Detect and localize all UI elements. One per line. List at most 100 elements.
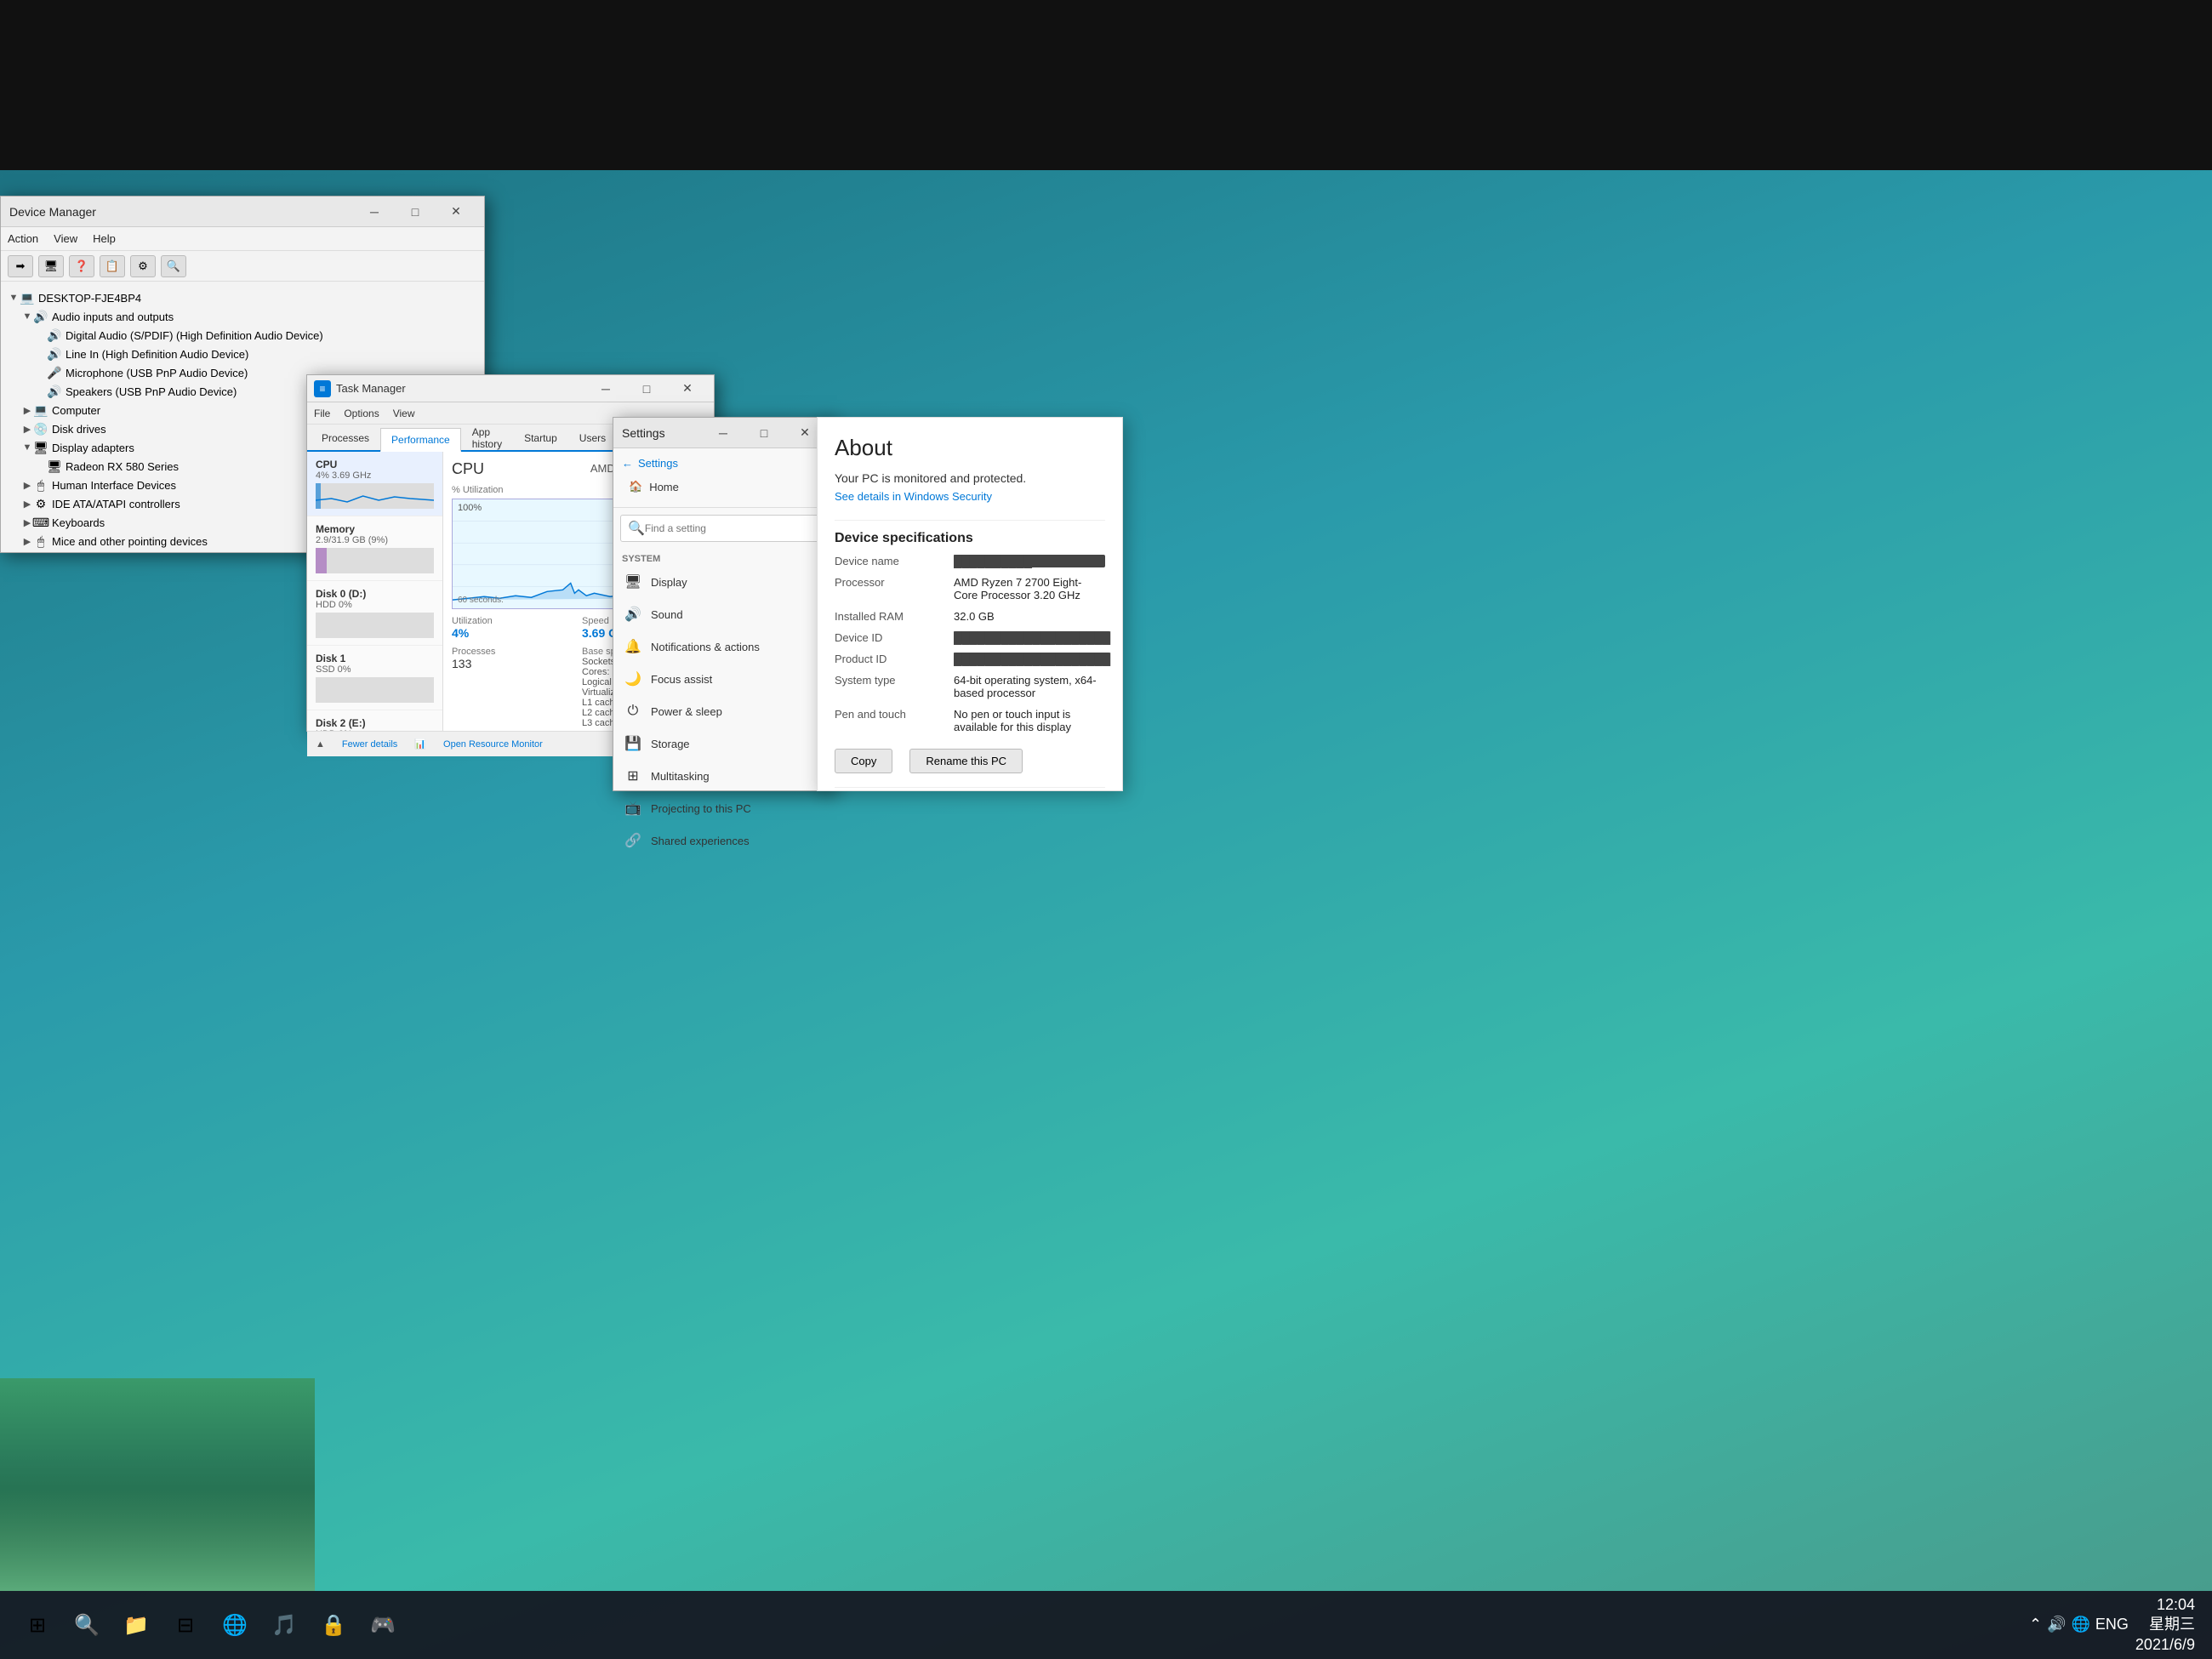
tab-performance[interactable]: Performance (380, 428, 461, 452)
media-button[interactable]: 🎵 (264, 1605, 305, 1645)
tm-menu-view[interactable]: View (393, 408, 415, 419)
open-resource-monitor-link[interactable]: Open Resource Monitor (443, 739, 543, 750)
search-button[interactable]: 🔍 (66, 1605, 107, 1645)
settings-maximize[interactable]: □ (744, 420, 784, 446)
settings-home[interactable]: 🏠 Home (622, 475, 824, 499)
power-label: Power & sleep (651, 705, 722, 718)
rename-button[interactable]: Rename this PC (909, 749, 1023, 773)
settings-title-label: Settings (638, 457, 678, 470)
resource-memory[interactable]: Memory 2.9/31.9 GB (9%) (307, 516, 442, 581)
settings-storage[interactable]: 💾 Storage (613, 727, 833, 760)
device-id-value: ████████████████████ (954, 631, 1110, 644)
sound-icon: 🔊 (624, 605, 642, 624)
settings-sound[interactable]: 🔊 Sound (613, 598, 833, 630)
clock-date: 2021/6/9 (2135, 1635, 2195, 1655)
dm-toolbar-btn-4[interactable]: 📋 (100, 255, 125, 277)
spec-ram: Installed RAM 32.0 GB (835, 610, 1105, 623)
fewer-details-icon: ▲ (316, 739, 325, 750)
about-security-link[interactable]: See details in Windows Security (835, 490, 1105, 503)
dm-toolbar-btn-1[interactable]: ➡ (8, 255, 33, 277)
clock-day: 星期三 (2135, 1615, 2195, 1634)
shared-icon: 🔗 (624, 831, 642, 850)
settings-power[interactable]: ⏻ Power & sleep (613, 695, 833, 727)
clock-time: 12:04 (2135, 1595, 2195, 1615)
game-button[interactable]: 🎮 (362, 1605, 403, 1645)
tab-processes[interactable]: Processes (311, 426, 380, 450)
dm-toolbar-btn-3[interactable]: ❓ (69, 255, 94, 277)
dm-root[interactable]: ▼ 💻 DESKTOP-FJE4BP4 (8, 288, 477, 307)
fewer-details-link[interactable]: Fewer details (342, 739, 397, 750)
tab-startup[interactable]: Startup (513, 426, 568, 450)
cpu-sparkline (316, 483, 434, 509)
settings-search-box[interactable]: 🔍 (620, 515, 826, 542)
language-indicator[interactable]: ENG (2095, 1616, 2129, 1633)
display-icon: 🖥 (624, 573, 642, 591)
network-icon[interactable]: 🌐 (2071, 1616, 2089, 1633)
dm-menu-view[interactable]: View (54, 232, 77, 245)
device-manager-maximize[interactable]: □ (396, 199, 435, 225)
dm-menu-help[interactable]: Help (93, 232, 116, 245)
cpu-graph-seconds: 60 seconds: (458, 596, 504, 605)
settings-notifications[interactable]: 🔔 Notifications & actions (613, 630, 833, 663)
resource-disk1[interactable]: Disk 1 SSD 0% (307, 646, 442, 710)
disk1-bar (316, 677, 434, 703)
task-manager-minimize[interactable]: ─ (586, 376, 625, 402)
focus-icon: 🌙 (624, 670, 642, 688)
resource-monitor-icon: 📊 (414, 738, 426, 750)
resource-disk2[interactable]: Disk 2 (E:) HDD 0% (307, 710, 442, 731)
tm-menu-options[interactable]: Options (344, 408, 379, 419)
processor-value: AMD Ryzen 7 2700 Eight-Core Processor 3.… (954, 576, 1105, 601)
volume-icon[interactable]: 🔊 (2047, 1616, 2066, 1633)
task-manager-maximize[interactable]: □ (627, 376, 666, 402)
dm-digital-audio[interactable]: 🔊 Digital Audio (S/PDIF) (High Definitio… (8, 326, 477, 345)
settings-back[interactable]: ← Settings (622, 457, 824, 470)
edge-button[interactable]: 🌐 (214, 1605, 255, 1645)
cpu-left-header: CPU (452, 460, 484, 478)
settings-shared[interactable]: 🔗 Shared experiences (613, 824, 833, 857)
projecting-icon: 📺 (624, 799, 642, 818)
desktop: Device Manager ─ □ ✕ Action View Help ➡ … (0, 0, 2212, 1659)
resource-cpu[interactable]: CPU 4% 3.69 GHz (307, 452, 442, 516)
taskbar-right: ⌃ 🔊 🌐 ENG 12:04 星期三 2021/6/9 (2029, 1595, 2195, 1655)
notifications-label: Notifications & actions (651, 641, 760, 653)
memory-bar (316, 548, 434, 573)
copy-button[interactable]: Copy (835, 749, 892, 773)
start-button[interactable]: ⊞ (17, 1605, 58, 1645)
device-manager-minimize[interactable]: ─ (355, 199, 394, 225)
settings-minimize[interactable]: ─ (704, 420, 743, 446)
resource-disk0[interactable]: Disk 0 (D:) HDD 0% (307, 581, 442, 646)
multitasking-icon: ⊞ (624, 767, 642, 785)
windows-specs-title: Windows specifications (835, 787, 1105, 791)
cpu-graph-pct: 100% (458, 503, 482, 513)
settings-title: Settings (622, 426, 704, 440)
projecting-label: Projecting to this PC (651, 802, 751, 815)
device-manager-title: Device Manager (9, 205, 355, 219)
taskbar-clock[interactable]: 12:04 星期三 2021/6/9 (2135, 1595, 2195, 1655)
dm-menu-action[interactable]: Action (8, 232, 38, 245)
tab-users[interactable]: Users (568, 426, 617, 450)
taskbar-left: ⊞ 🔍 📁 ⊟ 🌐 🎵 🔒 🎮 (17, 1605, 403, 1645)
settings-home-label: Home (649, 481, 679, 493)
dm-audio-inputs[interactable]: ▼ 🔊 Audio inputs and outputs (8, 307, 477, 326)
tm-menu-file[interactable]: File (314, 408, 330, 419)
disk0-bar (316, 613, 434, 638)
settings-search-input[interactable] (645, 522, 818, 534)
settings-projecting[interactable]: 📺 Projecting to this PC (613, 792, 833, 824)
dm-line-in[interactable]: 🔊 Line In (High Definition Audio Device) (8, 345, 477, 363)
settings-window: Settings ─ □ ✕ ← Settings 🏠 Home 🔍 Syste… (613, 417, 834, 791)
task-view-button[interactable]: 📁 (116, 1605, 157, 1645)
settings-focus[interactable]: 🌙 Focus assist (613, 663, 833, 695)
settings-multitasking[interactable]: ⊞ Multitasking (613, 760, 833, 792)
about-buttons: Copy Rename this PC (835, 742, 1105, 773)
security-button[interactable]: 🔒 (313, 1605, 354, 1645)
dm-toolbar-btn-5[interactable]: ⚙ (130, 255, 156, 277)
dm-toolbar-btn-6[interactable]: 🔍 (161, 255, 186, 277)
task-manager-close[interactable]: ✕ (668, 376, 707, 402)
device-manager-close[interactable]: ✕ (436, 199, 476, 225)
file-explorer-button[interactable]: ⊟ (165, 1605, 206, 1645)
shared-label: Shared experiences (651, 835, 750, 847)
tab-app-history[interactable]: App history (461, 426, 513, 450)
tray-chevron-icon[interactable]: ⌃ (2029, 1616, 2042, 1633)
settings-display[interactable]: 🖥 Display (613, 566, 833, 598)
dm-toolbar-btn-2[interactable]: 🖥 (38, 255, 64, 277)
